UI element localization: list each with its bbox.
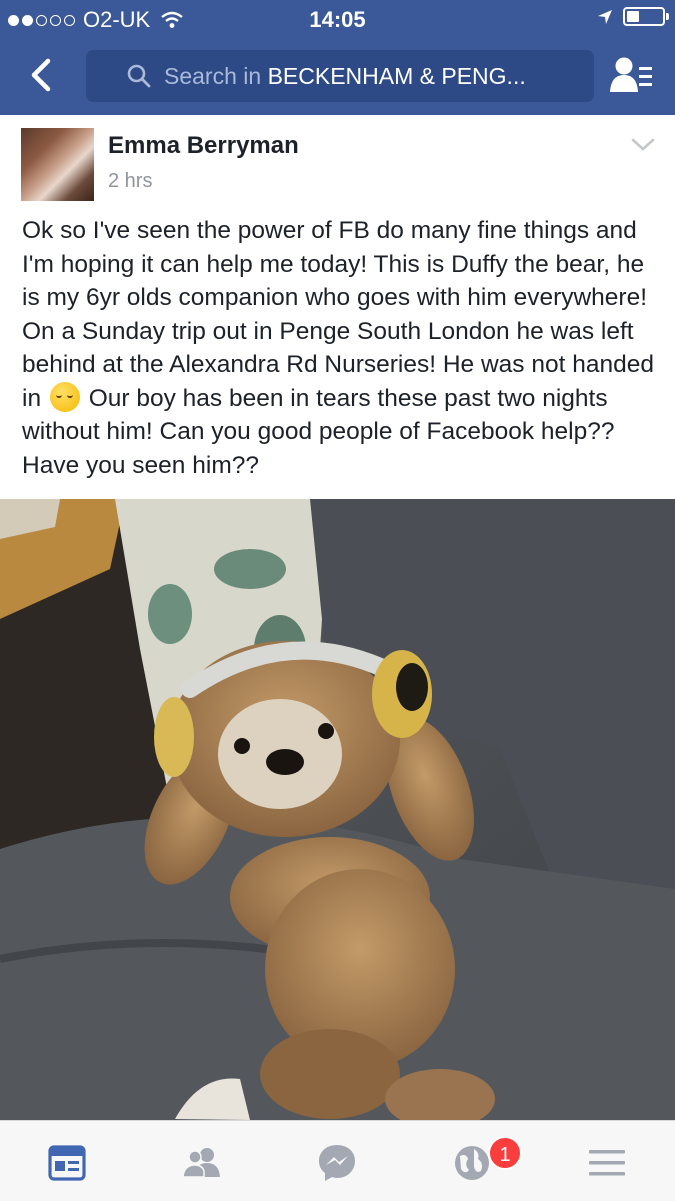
post-text: Ok so I've seen the power of FB do many … — [22, 214, 662, 482]
messenger-icon[interactable] — [315, 1141, 359, 1185]
post-text-part-2: Our boy has been in tears these past two… — [22, 384, 615, 479]
search-icon — [127, 64, 151, 88]
back-arrow-icon[interactable] — [22, 55, 62, 95]
news-feed-icon[interactable] — [45, 1141, 89, 1185]
notification-badge[interactable]: 1 — [488, 1136, 522, 1170]
clock: 14:05 — [309, 7, 366, 32]
location-arrow-icon — [598, 9, 612, 24]
notifications-globe-icon[interactable] — [450, 1141, 494, 1185]
status-bar: O2-UK 14:05 — [0, 0, 675, 38]
friends-icon[interactable] — [180, 1141, 224, 1185]
menu-icon[interactable] — [585, 1141, 629, 1185]
search-input[interactable]: Search in BECKENHAM & PENG... — [86, 50, 594, 102]
pensive-face-icon — [49, 381, 80, 412]
teddy-bear-photo — [0, 499, 675, 1120]
chevron-down-icon[interactable] — [631, 138, 655, 152]
post-timestamp[interactable]: 2 hrs — [108, 170, 152, 193]
post-photo[interactable] — [0, 499, 675, 1120]
group-members-icon[interactable] — [608, 54, 654, 96]
author-name[interactable]: Emma Berryman — [108, 132, 299, 160]
author-avatar[interactable] — [21, 128, 94, 201]
search-group-name: BECKENHAM & PENG... — [267, 62, 526, 89]
search-placeholder: Search in BECKENHAM & PENG... — [164, 62, 526, 89]
battery-level — [627, 11, 639, 22]
bottom-tab-bar — [0, 1120, 675, 1201]
battery-icon — [623, 7, 669, 26]
navigation-header: O2-UK 14:05 Search in BECKENHAM & PENG..… — [0, 0, 675, 115]
post-text-part-1: Ok so I've seen the power of FB do many … — [22, 217, 654, 412]
